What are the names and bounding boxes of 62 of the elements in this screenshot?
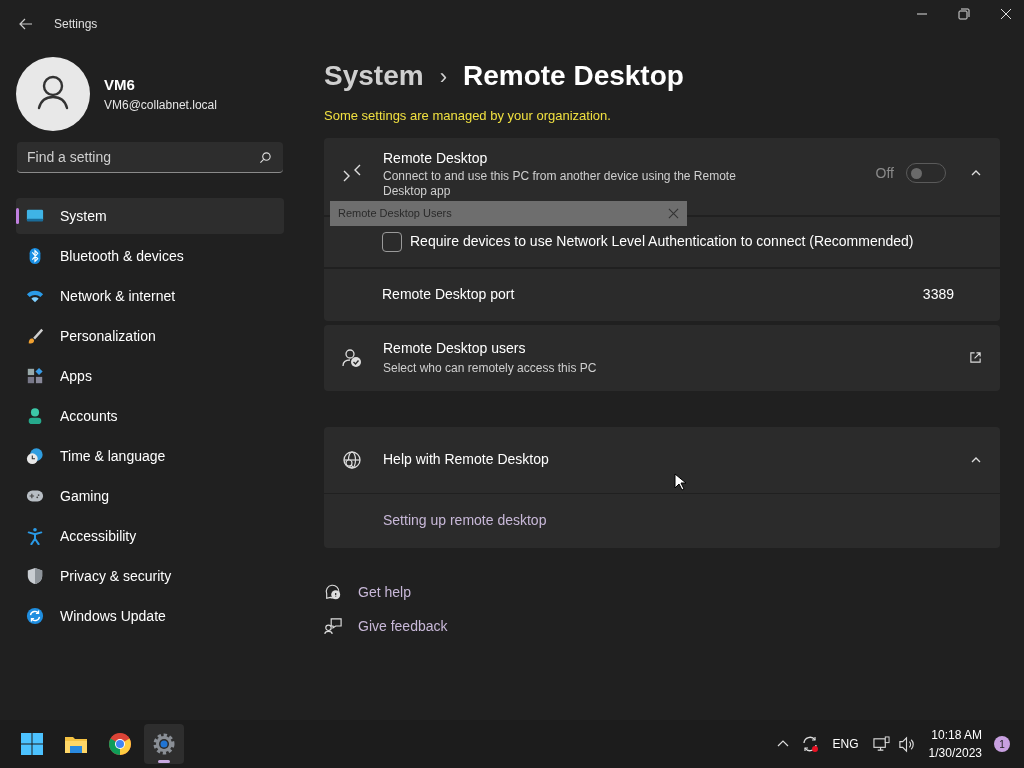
paintbrush-icon <box>26 327 44 345</box>
checkbox-label: Require devices to use Network Level Authentication to connect (Recommended) <box>410 232 914 251</box>
restore-icon[interactable] <box>958 8 970 20</box>
account-email: VM6@collabnet.local <box>104 97 217 115</box>
checkbox[interactable] <box>382 231 402 252</box>
page-title: Remote Desktop <box>462 59 684 93</box>
clock-globe-icon <box>26 447 44 465</box>
notification-badge[interactable]: 1 <box>994 736 1010 752</box>
footer-link[interactable]: Give feedback <box>358 615 448 637</box>
notice-text: Some settings are managed by your organization. <box>324 107 611 125</box>
feedback-icon <box>324 617 342 635</box>
card-title: Remote Desktop <box>383 148 489 168</box>
window-title: Settings <box>54 16 98 33</box>
speaker-icon[interactable] <box>897 735 915 753</box>
sync-icon <box>26 607 44 625</box>
help-chat-icon <box>324 583 342 601</box>
language-indicator[interactable]: ENG <box>832 735 859 753</box>
avatar-icon <box>16 57 90 131</box>
account-name: VM6 <box>104 74 136 95</box>
user-check-icon <box>342 347 362 368</box>
sidebar-item[interactable]: Privacy & security <box>16 558 284 594</box>
card-description: Select who can remotely access this PC <box>383 360 597 377</box>
sidebar-item[interactable]: Time & language <box>16 438 284 474</box>
shield-icon <box>26 567 44 585</box>
help-link[interactable]: Setting up remote desktop <box>383 510 547 531</box>
breadcrumb-separator: › <box>439 62 447 91</box>
sidebar-item[interactable]: Personalization <box>16 318 284 354</box>
search-field[interactable]: Find a setting <box>17 142 283 173</box>
remote-desktop-icon <box>342 163 362 183</box>
person-icon <box>26 407 44 425</box>
search-icon[interactable] <box>259 151 272 164</box>
card-description: Connect to and use this PC from another device using the Remote Desktop app <box>383 168 737 199</box>
card-title: Remote Desktop users <box>383 339 527 358</box>
sidebar-item[interactable]: Windows Update <box>16 598 284 634</box>
sidebar-item[interactable]: Apps <box>16 358 284 394</box>
clock-date[interactable]: 1/30/2023 <box>928 744 982 762</box>
settings-card[interactable]: Remote Desktop users Select who can remotely access this PC <box>324 324 1000 391</box>
back-icon[interactable] <box>18 16 34 32</box>
start-icon <box>20 732 44 756</box>
browser-icon <box>108 732 132 756</box>
clock-time[interactable]: 10:18 AM <box>931 726 982 744</box>
mouse-pointer-icon <box>674 473 686 491</box>
apps-icon <box>26 367 44 385</box>
network-icon[interactable] <box>872 735 890 753</box>
dialog-title: Remote Desktop Users <box>338 206 452 222</box>
sync-icon[interactable] <box>800 735 819 753</box>
sidebar-item[interactable]: Accounts <box>16 398 284 434</box>
setting-value: 3389 <box>922 285 954 304</box>
sidebar-item[interactable]: Accessibility <box>16 518 284 554</box>
sidebar-item[interactable]: Bluetooth & devices <box>16 238 284 274</box>
breadcrumb-link[interactable]: System <box>324 55 424 97</box>
external-link-icon <box>969 351 982 364</box>
sidebar-item[interactable]: System <box>16 198 284 234</box>
gear-icon <box>152 732 176 756</box>
card-title: Help with Remote Desktop <box>383 450 549 469</box>
toggle-label: Off <box>875 163 894 183</box>
sidebar-item[interactable]: Gaming <box>16 478 284 514</box>
sidebar-item[interactable]: Network & internet <box>16 278 284 314</box>
footer-link[interactable]: Get help <box>358 581 411 603</box>
accessibility-icon <box>26 527 44 545</box>
setting-label: Remote Desktop port <box>382 285 515 304</box>
globe-search-icon <box>342 449 362 470</box>
